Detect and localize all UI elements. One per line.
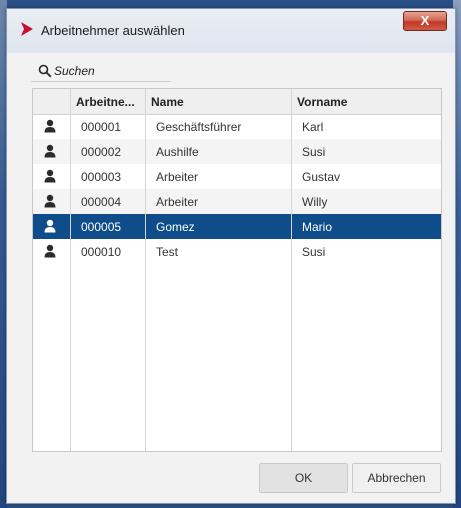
- table-row[interactable]: 000001 Geschäftsführer Karl: [33, 114, 441, 139]
- employee-firstname: Karl: [302, 120, 324, 134]
- column-divider: [145, 89, 146, 451]
- user-icon: [44, 169, 56, 183]
- dialog-window: Arbeitnehmer auswählen X Suchen Arbeitne…: [6, 8, 456, 504]
- search-input[interactable]: Suchen: [54, 64, 95, 78]
- user-icon: [44, 219, 56, 233]
- employee-firstname: Gustav: [302, 170, 341, 184]
- column-divider: [291, 89, 292, 451]
- search-field[interactable]: Suchen: [31, 61, 171, 82]
- employee-table: Arbeitne... Name Vorname 000001 Geschäft…: [32, 88, 442, 452]
- employee-id: 000004: [81, 195, 122, 209]
- employee-firstname: Susi: [302, 245, 326, 259]
- employee-name: Arbeiter: [156, 195, 199, 209]
- table-row[interactable]: 000004 Arbeiter Willy: [33, 189, 441, 214]
- user-icon: [44, 244, 56, 258]
- chevron-right-icon: [21, 22, 33, 36]
- employee-firstname: Susi: [302, 145, 326, 159]
- table-row-selected[interactable]: 000005 Gomez Mario: [33, 214, 441, 239]
- user-icon: [44, 119, 56, 133]
- table-row[interactable]: 000010 Test Susi: [33, 239, 441, 264]
- employee-name: Geschäftsführer: [156, 120, 242, 134]
- employee-name: Test: [156, 245, 179, 259]
- ok-button[interactable]: OK: [259, 463, 348, 493]
- column-header-vorname[interactable]: Vorname: [297, 95, 347, 109]
- column-divider: [70, 89, 71, 451]
- employee-id: 000010: [81, 245, 122, 259]
- employee-firstname: Mario: [302, 220, 333, 234]
- column-header-name[interactable]: Name: [151, 95, 184, 109]
- table-row[interactable]: 000002 Aushilfe Susi: [33, 139, 441, 164]
- user-icon: [44, 144, 56, 158]
- title-bar: Arbeitnehmer auswählen X: [7, 9, 455, 53]
- window-title: Arbeitnehmer auswählen: [41, 23, 185, 38]
- table-header: Arbeitne... Name Vorname: [33, 89, 441, 115]
- employee-name: Gomez: [156, 220, 195, 234]
- user-icon: [44, 194, 56, 208]
- cancel-button[interactable]: Abbrechen: [352, 463, 441, 493]
- employee-name: Aushilfe: [156, 145, 199, 159]
- employee-id: 000001: [81, 120, 122, 134]
- table-row[interactable]: 000003 Arbeiter Gustav: [33, 164, 441, 189]
- search-icon: [38, 64, 52, 78]
- employee-id: 000002: [81, 145, 122, 159]
- employee-firstname: Willy: [302, 195, 328, 209]
- column-header-arbeitnehmer[interactable]: Arbeitne...: [76, 95, 135, 109]
- employee-id: 000003: [81, 170, 122, 184]
- employee-name: Arbeiter: [156, 170, 199, 184]
- close-button[interactable]: X: [403, 11, 447, 31]
- employee-id: 000005: [81, 220, 122, 234]
